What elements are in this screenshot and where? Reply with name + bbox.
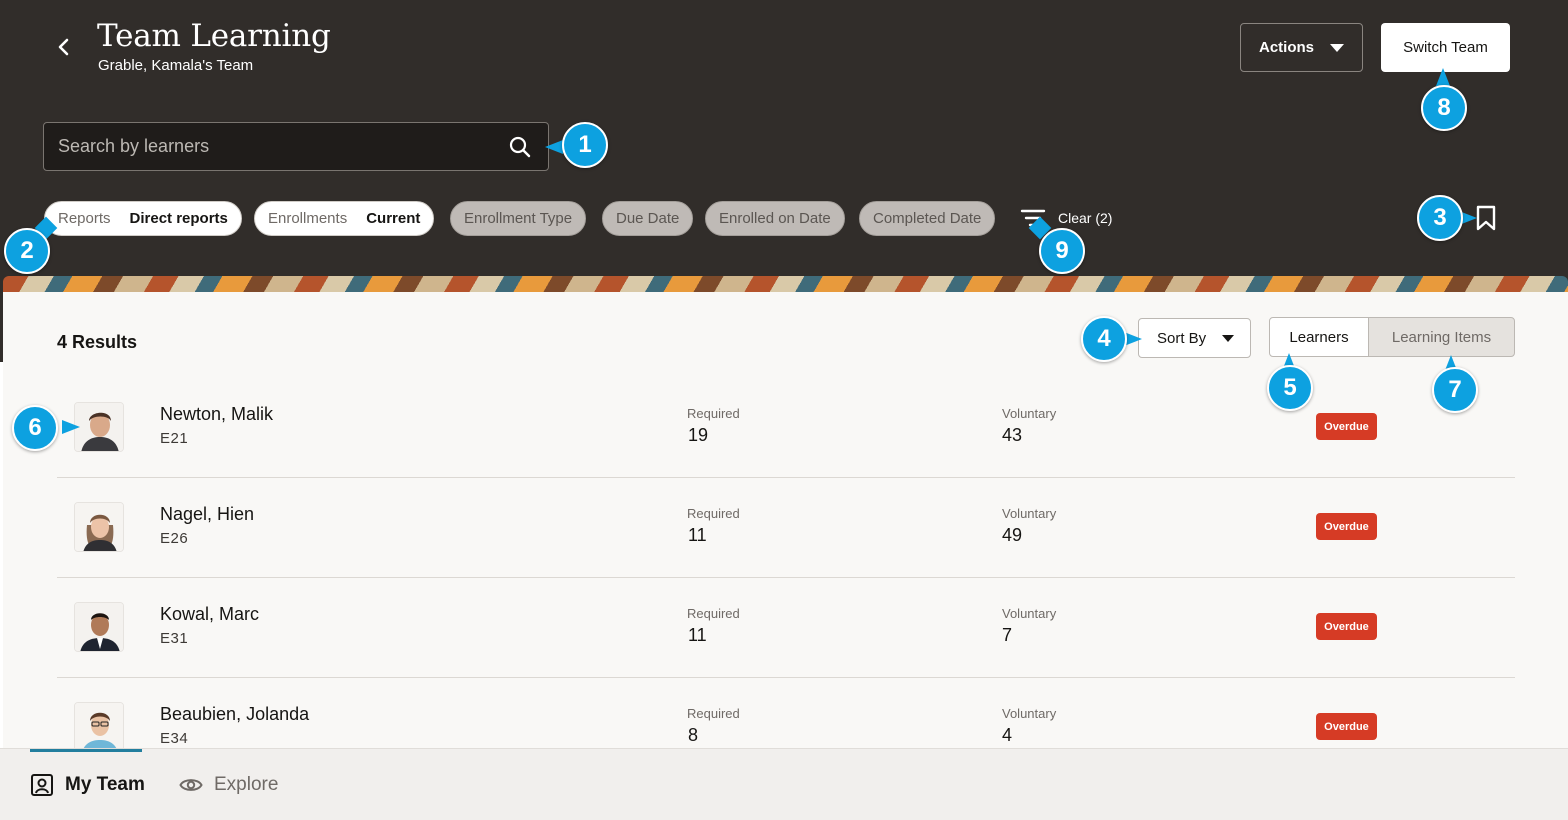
status-badge: Overdue [1316, 413, 1377, 440]
tab-my-team[interactable]: My Team [30, 749, 145, 820]
person-photo [75, 503, 123, 551]
search-icon[interactable] [508, 135, 532, 159]
callout-badge: 4 [1081, 316, 1127, 362]
filter-chip-enrollments[interactable]: Enrollments Current [254, 201, 435, 236]
callout-badge: 9 [1039, 228, 1085, 274]
bookmark-icon [1476, 205, 1496, 231]
bottom-navigation: My Team Explore [0, 748, 1568, 820]
actions-button-label: Actions [1259, 39, 1315, 56]
callout-badge: 1 [562, 122, 608, 168]
back-button[interactable] [52, 34, 76, 60]
avatar[interactable] [74, 702, 124, 752]
learner-row[interactable]: Nagel, Hien E26 Required 11 Voluntary 49… [57, 478, 1515, 578]
chevron-left-icon [58, 38, 69, 56]
voluntary-count: 7 [1002, 625, 1013, 645]
callout-badge: 5 [1267, 365, 1313, 411]
team-icon [31, 774, 53, 796]
filter-chip-reports[interactable]: Reports Direct reports [44, 201, 242, 236]
learner-name[interactable]: Kowal, Marc [160, 604, 259, 625]
view-learning-items-button[interactable]: Learning Items [1368, 317, 1515, 357]
panel-edge [0, 290, 3, 362]
filter-chip-due-date[interactable]: Due Date [602, 201, 694, 236]
actions-button[interactable]: Actions [1240, 23, 1363, 72]
tab-selected-indicator [30, 749, 142, 752]
voluntary-label: Voluntary [1002, 706, 1057, 721]
required-count: 11 [688, 525, 707, 545]
avatar[interactable] [74, 402, 124, 452]
required-count: 11 [688, 625, 707, 645]
filter-chip-completed-date[interactable]: Completed Date [859, 201, 996, 236]
learner-id: E31 [160, 630, 189, 647]
caret-down-icon [1330, 44, 1344, 52]
learner-name[interactable]: Nagel, Hien [160, 504, 254, 525]
voluntary-label: Voluntary [1002, 406, 1057, 421]
search-input[interactable] [44, 123, 494, 170]
caret-down-icon [1222, 335, 1234, 342]
voluntary-count: 43 [1002, 425, 1023, 445]
voluntary-label: Voluntary [1002, 606, 1057, 621]
required-count: 19 [688, 425, 709, 445]
callout-pointer [545, 140, 563, 154]
required-count: 8 [688, 725, 699, 745]
required-label: Required [687, 606, 740, 621]
page-subtitle: Grable, Kamala's Team [98, 57, 254, 74]
switch-team-button[interactable]: Switch Team [1381, 23, 1510, 72]
learner-id: E34 [160, 730, 189, 747]
status-badge: Overdue [1316, 613, 1377, 640]
voluntary-count: 4 [1002, 725, 1013, 745]
tab-label: Explore [214, 774, 279, 795]
required-label: Required [687, 506, 740, 521]
decorative-banner [3, 276, 1568, 292]
voluntary-count: 49 [1002, 525, 1023, 545]
callout-badge: 3 [1417, 195, 1463, 241]
page-title: Team Learning [97, 18, 331, 54]
sort-by-label: Sort By [1157, 329, 1207, 347]
callout-badge: 8 [1421, 85, 1467, 131]
callout-pointer [62, 420, 80, 434]
filter-chip-enrollment-type[interactable]: Enrollment Type [450, 201, 587, 236]
learner-name[interactable]: Newton, Malik [160, 404, 273, 425]
voluntary-label: Voluntary [1002, 506, 1057, 521]
status-badge: Overdue [1316, 713, 1377, 740]
tab-label: My Team [65, 774, 145, 795]
person-photo [75, 603, 123, 651]
sort-by-button[interactable]: Sort By [1138, 318, 1251, 358]
filter-chip-value: Direct reports [129, 210, 228, 227]
person-photo [75, 403, 123, 451]
filter-chip-label: Enrollments [268, 210, 348, 227]
callout-badge: 2 [4, 228, 50, 274]
required-label: Required [687, 706, 740, 721]
eye-icon [179, 779, 203, 791]
tab-explore[interactable]: Explore [179, 749, 278, 820]
filter-chip-value: Current [366, 210, 421, 227]
view-learners-button[interactable]: Learners [1269, 317, 1369, 357]
callout-pointer [1436, 68, 1450, 86]
clear-filters-label: Clear (2) [1058, 210, 1113, 226]
results-count: 4 Results [57, 332, 138, 352]
status-badge: Overdue [1316, 513, 1377, 540]
learner-row[interactable]: Kowal, Marc E31 Required 11 Voluntary 7 … [57, 578, 1515, 678]
learner-name[interactable]: Beaubien, Jolanda [160, 704, 309, 725]
required-label: Required [687, 406, 740, 421]
avatar[interactable] [74, 602, 124, 652]
avatar[interactable] [74, 502, 124, 552]
person-photo [75, 703, 123, 751]
filter-chip-label: Reports [58, 210, 111, 227]
search-box [43, 122, 549, 171]
callout-badge: 7 [1432, 367, 1478, 413]
filter-chip-enrolled-on-date[interactable]: Enrolled on Date [705, 201, 845, 236]
callout-badge: 6 [12, 405, 58, 451]
learner-id: E26 [160, 530, 189, 547]
learner-id: E21 [160, 430, 189, 447]
